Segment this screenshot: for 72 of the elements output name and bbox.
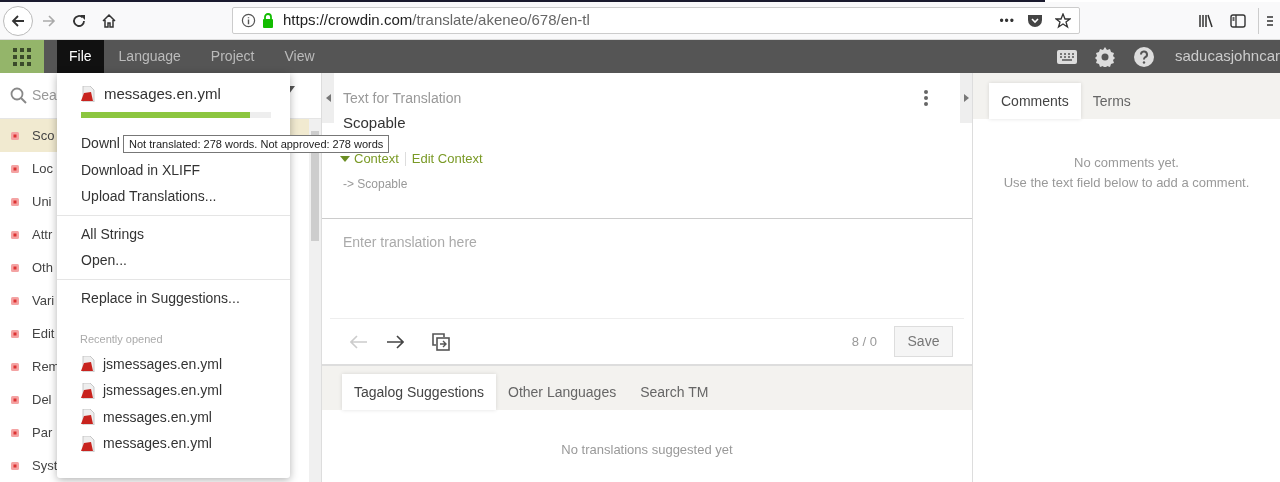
menu-tab[interactable]: View <box>269 40 330 73</box>
file-icon <box>81 409 95 426</box>
menu-icon[interactable] <box>1267 13 1273 28</box>
keyboard-icon[interactable] <box>1056 49 1077 64</box>
tab[interactable]: Tagalog Suggestions <box>342 374 496 410</box>
status-icon <box>11 461 19 470</box>
file-icon <box>81 435 95 452</box>
sidebar-icon[interactable] <box>1230 12 1246 29</box>
menu-item[interactable]: All Strings <box>57 221 290 248</box>
file-icon <box>81 382 95 399</box>
username[interactable]: saducasjohncar <box>1174 45 1280 68</box>
file-name[interactable]: messages.en.yml <box>104 83 221 106</box>
search-icon <box>10 87 27 104</box>
recent-file[interactable]: jsmessages.en.yml <box>57 377 290 404</box>
recent-file[interactable]: messages.en.yml <box>57 404 290 431</box>
grid-icon <box>13 47 31 66</box>
address-bar[interactable]: https://crowdin.com/translate/akeneo/678/en-tl ••• <box>232 7 1080 34</box>
library-icon[interactable] <box>1198 12 1214 29</box>
apps-button[interactable] <box>0 40 44 73</box>
reload-icon[interactable] <box>71 12 87 29</box>
back-button[interactable] <box>3 5 33 36</box>
status-icon <box>11 362 19 371</box>
status-icon <box>11 263 19 272</box>
help-icon[interactable] <box>1133 46 1154 67</box>
url-text: https://crowdin.com/translate/akeneo/678/en-tl <box>283 10 590 31</box>
tab[interactable]: Other Languages <box>496 374 629 410</box>
tooltip: Not translated: 278 words. Not approved: 278 words <box>123 135 390 153</box>
source-text: Scopable <box>343 114 407 132</box>
more-options-icon[interactable] <box>924 90 928 106</box>
empty-message: No comments yet. <box>1074 154 1179 172</box>
status-icon <box>11 230 19 239</box>
settings-icon[interactable] <box>1094 46 1115 67</box>
status-icon <box>11 428 19 437</box>
menu-item[interactable]: Open... <box>57 247 290 274</box>
recent-file[interactable]: messages.en.yml <box>57 430 290 457</box>
status-icon <box>11 131 19 140</box>
collapse-right-icon[interactable] <box>963 94 969 102</box>
menu-tab[interactable]: Project <box>195 40 270 73</box>
caret-icon[interactable] <box>340 155 350 162</box>
status-icon <box>11 329 19 338</box>
collapse-left-icon[interactable] <box>325 94 331 102</box>
menu-item[interactable]: Replace in Suggestions... <box>57 285 290 312</box>
menu-tab[interactable]: File <box>57 40 104 73</box>
counter: 8 / 0 <box>851 332 877 351</box>
hint-text: Use the text field below to add a comment. <box>1003 173 1250 192</box>
star-icon[interactable] <box>1055 12 1071 29</box>
more-actions-button[interactable]: ••• <box>999 11 1015 30</box>
file-icon <box>81 356 95 373</box>
tab[interactable]: Search TM <box>628 374 721 410</box>
file-icon <box>81 86 95 103</box>
menu-tab[interactable]: Language <box>103 40 196 73</box>
section-heading: Recently opened <box>80 331 164 347</box>
menu-item[interactable]: Download in XLIFF <box>57 157 290 184</box>
menu-item[interactable]: Upload Translations... <box>57 183 290 210</box>
recent-file[interactable]: jsmessages.en.yml <box>57 351 290 378</box>
status-icon <box>11 164 19 173</box>
next-arrow-icon[interactable] <box>386 334 404 349</box>
pocket-icon[interactable] <box>1027 12 1043 29</box>
home-icon[interactable] <box>101 12 117 29</box>
lock-icon <box>262 13 274 28</box>
status-icon <box>11 197 19 206</box>
empty-message: No translations suggested yet <box>561 441 733 459</box>
tab[interactable]: Comments <box>989 83 1081 119</box>
copy-source-icon[interactable] <box>432 332 450 351</box>
status-icon <box>11 296 19 305</box>
back-arrow-icon <box>10 12 26 29</box>
save-button[interactable]: Save <box>894 326 953 357</box>
context-text: -> Scopable <box>343 175 409 193</box>
status-icon <box>11 395 19 404</box>
panel-heading: Text for Translation <box>343 88 462 108</box>
info-icon[interactable] <box>241 13 256 28</box>
tab[interactable]: Terms <box>1080 83 1143 119</box>
